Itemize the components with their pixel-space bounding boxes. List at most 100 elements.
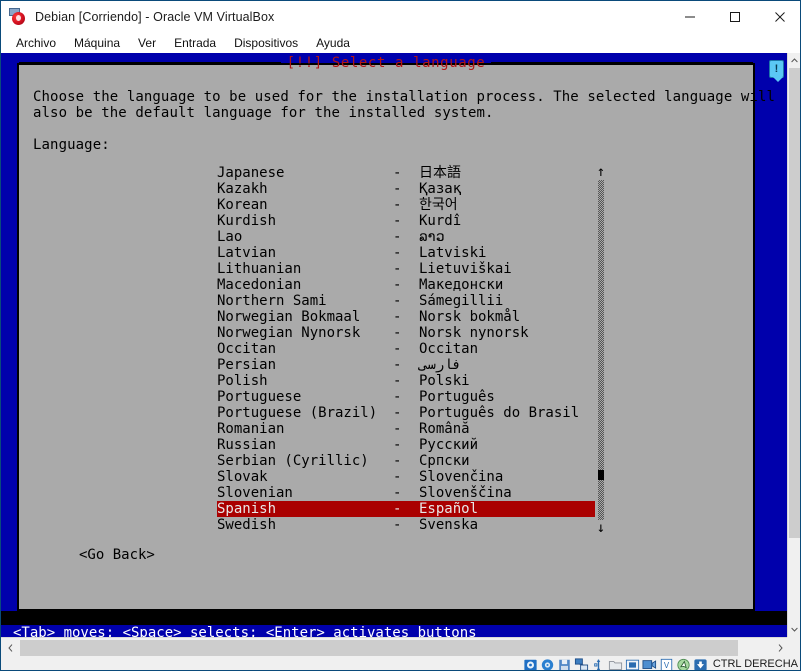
language-name-english: Japanese (217, 165, 285, 181)
language-separator: - (393, 181, 402, 197)
scroll-up-button[interactable] (788, 53, 800, 68)
language-row[interactable]: Kurdish - Kurdî (217, 213, 595, 229)
go-back-button[interactable]: <Go Back> (79, 547, 155, 563)
language-row[interactable]: Slovak - Slovenčina (217, 469, 595, 485)
language-row[interactable]: Japanese - 日本語 (217, 165, 595, 181)
language-row[interactable]: Portuguese - Português (217, 389, 595, 405)
language-separator: - (393, 453, 402, 469)
menu-item-dispositivos[interactable]: Dispositivos (225, 34, 307, 52)
language-row[interactable]: Norwegian Bokmaal - Norsk bokmål (217, 309, 595, 325)
menu-item-ver[interactable]: Ver (129, 34, 165, 52)
virtualbox-window: Debian [Corriendo] - Oracle VM VirtualBo… (0, 0, 801, 671)
language-list[interactable]: Japanese - 日本語 Kazakh - Қазақ Korean - 한국어 Kurdis… (217, 165, 595, 533)
language-row[interactable]: Kazakh - Қазақ (217, 181, 595, 197)
scrollbar-thumb[interactable] (598, 470, 604, 480)
language-name-english: Serbian (Cyrillic) (217, 453, 369, 469)
language-separator: - (393, 501, 402, 517)
language-row[interactable]: Portuguese (Brazil) - Português do Brasil (217, 405, 595, 421)
language-row[interactable]: Latvian - Latviski (217, 245, 595, 261)
menu-bar: Archivo Máquina Ver Entrada Dispositivos… (1, 33, 800, 53)
language-row[interactable]: Macedonian - Македонски (217, 277, 595, 293)
language-name-native: 日本語 (419, 165, 461, 181)
language-separator: - (393, 229, 402, 245)
floppy-disk-icon[interactable] (557, 658, 572, 671)
language-row[interactable]: Swedish - Svenska (217, 517, 595, 533)
shared-folders-icon[interactable] (608, 658, 623, 671)
installer-help-line: <Tab> moves; <Space> selects; <Enter> ac… (1, 625, 789, 637)
language-row[interactable]: Spanish - Español (217, 501, 595, 517)
usb-icon[interactable] (591, 658, 606, 671)
menu-item-maquina[interactable]: Máquina (65, 34, 129, 52)
language-row[interactable]: Polish - Polski (217, 373, 595, 389)
language-separator: - (393, 469, 402, 485)
language-name-native: Norsk bokmål (419, 309, 521, 325)
language-separator: - (393, 245, 402, 261)
language-row[interactable]: Korean - 한국어 (217, 197, 595, 213)
display-icon[interactable] (625, 658, 640, 671)
language-name-english: Spanish (217, 501, 277, 517)
horizontal-scroll-thumb[interactable] (20, 640, 738, 656)
menu-item-archivo[interactable]: Archivo (7, 34, 65, 52)
scrollbar-corner (787, 637, 800, 657)
language-name-native: Română (419, 421, 470, 437)
language-row[interactable]: Persian - فارسی (217, 357, 595, 373)
scroll-down-button[interactable] (788, 622, 800, 637)
console-black-band (1, 611, 789, 625)
vm-viewport[interactable]: [!!] Select a language Choose the langua… (1, 53, 789, 637)
intro-text-line-2: also be the default language for the ins… (33, 105, 494, 121)
mouse-integration-icon[interactable] (676, 658, 691, 671)
language-separator: - (393, 421, 402, 437)
language-name-english: Lao (217, 229, 243, 245)
status-icon-group: V (523, 657, 708, 671)
menu-item-entrada[interactable]: Entrada (165, 34, 225, 52)
notification-marker-icon[interactable]: ! (769, 60, 784, 82)
menu-item-ayuda[interactable]: Ayuda (307, 34, 359, 52)
language-row[interactable]: Russian - Русский (217, 437, 595, 453)
language-name-native: ລາວ (419, 229, 445, 245)
scrollbar-track[interactable] (598, 180, 604, 520)
language-name-native: 한국어 (419, 197, 458, 213)
language-separator: - (393, 437, 402, 453)
optical-disk-icon[interactable] (540, 658, 555, 671)
hard-disk-icon[interactable] (523, 658, 538, 671)
language-name-english: Norwegian Bokmaal (217, 309, 361, 325)
language-row[interactable]: Romanian - Română (217, 421, 595, 437)
language-row[interactable]: Lao - ລາວ (217, 229, 595, 245)
language-name-native: Русский (419, 437, 479, 453)
language-name-english: Russian (217, 437, 277, 453)
language-row[interactable]: Slovenian - Slovenščina (217, 485, 595, 501)
language-list-scrollbar[interactable]: ↑ ↓ (595, 165, 607, 535)
language-name-native: Slovenščina (419, 485, 512, 501)
vm-vertical-scrollbar[interactable] (787, 53, 800, 637)
network-icon[interactable] (574, 657, 589, 671)
virtualization-icon[interactable]: V (659, 658, 674, 671)
host-key-icon[interactable] (693, 658, 708, 671)
vm-horizontal-scrollbar[interactable] (1, 637, 789, 657)
language-row[interactable]: Norwegian Nynorsk - Norsk nynorsk (217, 325, 595, 341)
scroll-down-arrow-icon[interactable]: ↓ (595, 521, 607, 535)
language-name-english: Persian (217, 357, 277, 373)
language-row[interactable]: Occitan - Occitan (217, 341, 595, 357)
language-separator: - (393, 293, 402, 309)
recording-icon[interactable] (642, 658, 657, 671)
close-button[interactable] (757, 1, 800, 33)
scroll-left-button[interactable] (1, 638, 19, 658)
language-row[interactable]: Northern Sami - Sámegillii (217, 293, 595, 309)
language-row[interactable]: Lithuanian - Lietuviškai (217, 261, 595, 277)
language-name-english: Kazakh (217, 181, 268, 197)
language-separator: - (393, 213, 402, 229)
language-name-native: Lietuviškai (419, 261, 512, 277)
language-name-english: Slovak (217, 469, 268, 485)
language-name-native: Latviski (419, 245, 487, 261)
language-separator: - (393, 357, 402, 373)
maximize-button[interactable] (712, 1, 757, 33)
minimize-button[interactable] (667, 1, 712, 33)
language-name-english: Portuguese (217, 389, 302, 405)
language-name-english: Portuguese (Brazil) (217, 405, 378, 421)
vertical-scroll-thumb[interactable] (789, 68, 800, 538)
language-name-native: Português (419, 389, 495, 405)
language-separator: - (393, 197, 402, 213)
language-name-english: Latvian (217, 245, 277, 261)
scroll-up-arrow-icon[interactable]: ↑ (595, 165, 607, 179)
language-row[interactable]: Serbian (Cyrillic) - Српски (217, 453, 595, 469)
